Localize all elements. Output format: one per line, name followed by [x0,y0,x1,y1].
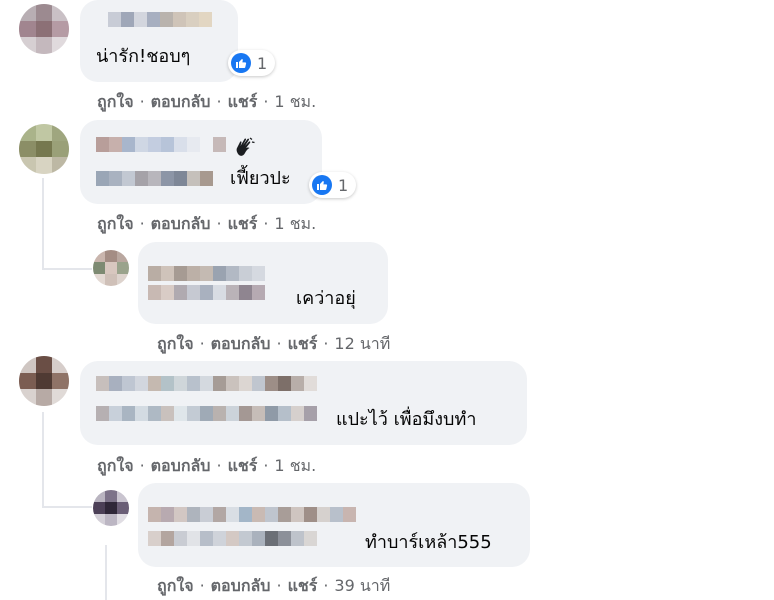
comment-text-blurred [148,285,265,300]
like-count-badge[interactable]: 1 [309,172,357,198]
comment-actions: ถูกใจ · ตอบกลับ · แชร์ · 12 นาที [157,334,391,353]
like-link[interactable]: ถูกใจ [97,214,134,233]
like-count-badge[interactable]: 1 [228,50,276,76]
waving-hand-icon [232,134,258,160]
share-link[interactable]: แชร์ [228,92,258,111]
comment-bubble [80,361,527,445]
comment-text: ทำบาร์เหล้า555 [365,532,492,553]
comment-text: เคว่าอยุ่ [296,288,356,309]
thread-line [42,268,92,270]
avatar[interactable] [19,356,69,406]
comment-text: แปะไว้ เพื่อมึงบทำ [336,409,477,430]
comment-text: เฟี้ยวปะ [230,168,291,189]
thread-line [105,545,107,600]
reply-link[interactable]: ตอบกลับ [211,576,271,595]
reply-link[interactable]: ตอบกลับ [151,214,211,233]
commenter-name[interactable] [148,507,356,522]
commenter-name-blurred [96,406,317,421]
reply-bubble [138,242,388,324]
like-link[interactable]: ถูกใจ [97,456,134,475]
thread-line [42,178,44,270]
timestamp[interactable]: 1 ชม. [274,456,316,475]
commenter-name-blurred [148,531,317,546]
commenter-name[interactable] [108,12,212,27]
comment-actions: ถูกใจ · ตอบกลับ · แชร์ · 1 ชม. [97,92,317,111]
comment-bubble [80,120,322,204]
reply-link[interactable]: ตอบกลับ [211,334,271,353]
comment-text-blurred [96,171,213,186]
like-count: 1 [257,53,268,73]
avatar[interactable] [19,4,69,54]
timestamp[interactable]: 1 ชม. [274,92,316,111]
comment-actions: ถูกใจ · ตอบกลับ · แชร์ · 39 นาที [157,576,391,595]
like-thumb-icon [312,175,332,195]
share-link[interactable]: แชร์ [228,456,258,475]
like-link[interactable]: ถูกใจ [157,334,194,353]
commenter-name[interactable] [148,266,265,281]
share-link[interactable]: แชร์ [228,214,258,233]
reply-link[interactable]: ตอบกลับ [151,456,211,475]
avatar[interactable] [93,490,129,526]
like-link[interactable]: ถูกใจ [97,92,134,111]
avatar[interactable] [19,124,69,174]
reply-bubble [138,483,530,567]
comment-actions: ถูกใจ · ตอบกลับ · แชร์ · 1 ชม. [97,456,317,475]
timestamp[interactable]: 1 ชม. [274,214,316,233]
comment-actions: ถูกใจ · ตอบกลับ · แชร์ · 1 ชม. [97,214,317,233]
thread-line [42,412,44,508]
thread-line [42,506,92,508]
timestamp[interactable]: 39 นาที [334,576,390,595]
commenter-name[interactable] [96,376,317,391]
like-thumb-icon [231,53,251,73]
share-link[interactable]: แชร์ [288,576,318,595]
like-count: 1 [338,175,349,195]
comment-text: น่ารัก!ชอบๆ [96,46,191,67]
avatar[interactable] [93,250,129,286]
timestamp[interactable]: 12 นาที [334,334,390,353]
reply-link[interactable]: ตอบกลับ [151,92,211,111]
commenter-name[interactable] [96,137,226,152]
like-link[interactable]: ถูกใจ [157,576,194,595]
share-link[interactable]: แชร์ [288,334,318,353]
